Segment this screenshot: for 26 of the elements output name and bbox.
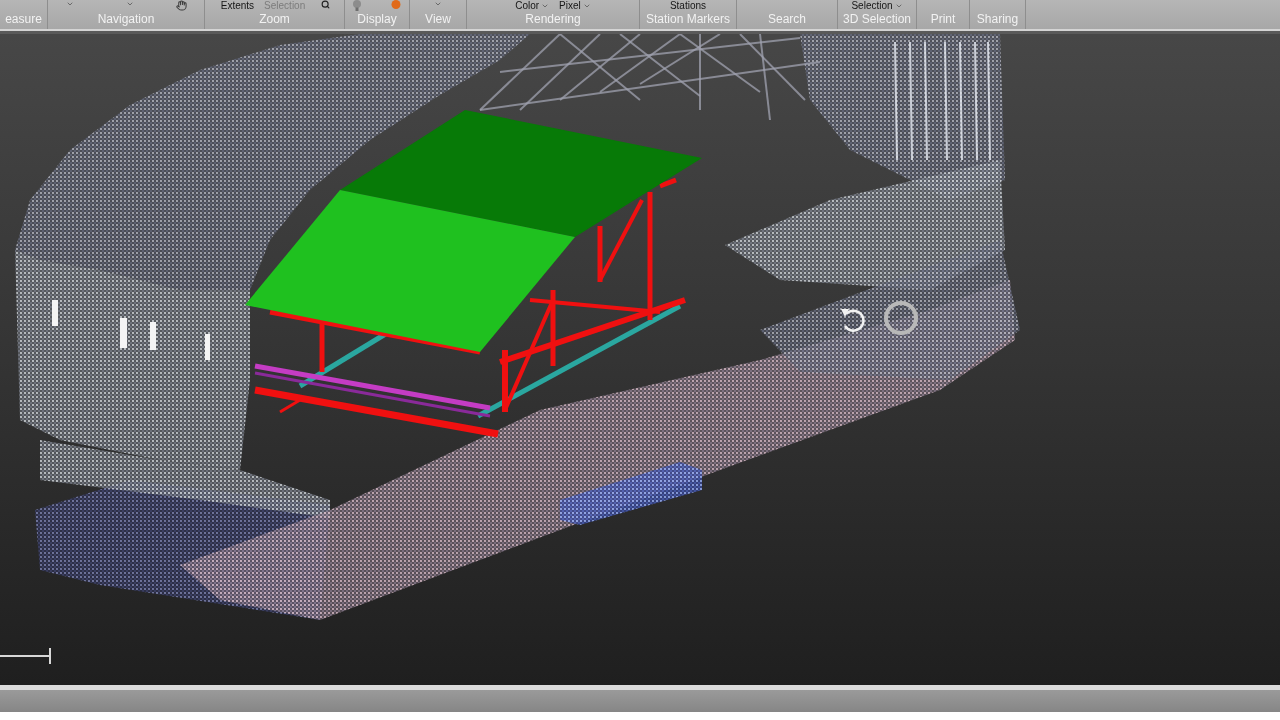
caret-icon[interactable] [434,0,442,8]
group-label: View [425,12,451,27]
group-label: Zoom [259,12,290,27]
group-label: Sharing [976,12,1019,27]
group-label: Search [768,12,806,27]
group-label: Print [930,12,956,27]
group-label: Rendering [525,12,581,27]
ribbon-dropdown[interactable]: Selection [849,0,905,11]
ribbon-button[interactable]: Extents [218,0,257,11]
group-label: easure [5,12,42,27]
scale-bar [0,647,51,665]
caret-icon[interactable] [65,0,74,8]
group-label: Navigation [97,12,155,27]
group-label: Station Markers [646,12,730,27]
ribbon-button[interactable]: Stations [667,0,709,11]
group-label: Display [357,12,397,27]
group-label: 3D Selection [842,12,911,27]
hand-icon[interactable] [175,0,187,11]
caret-icon[interactable] [125,0,134,8]
bulb-icon[interactable] [353,0,361,11]
rotate-icon[interactable] [841,309,865,332]
3d-viewport[interactable] [0,34,1280,685]
ribbon-dropdown[interactable]: Color [513,0,552,11]
orbit-center-icon[interactable] [884,301,918,335]
ribbon-dropdown[interactable]: Pixel [557,0,593,11]
search-icon[interactable] [321,0,331,9]
